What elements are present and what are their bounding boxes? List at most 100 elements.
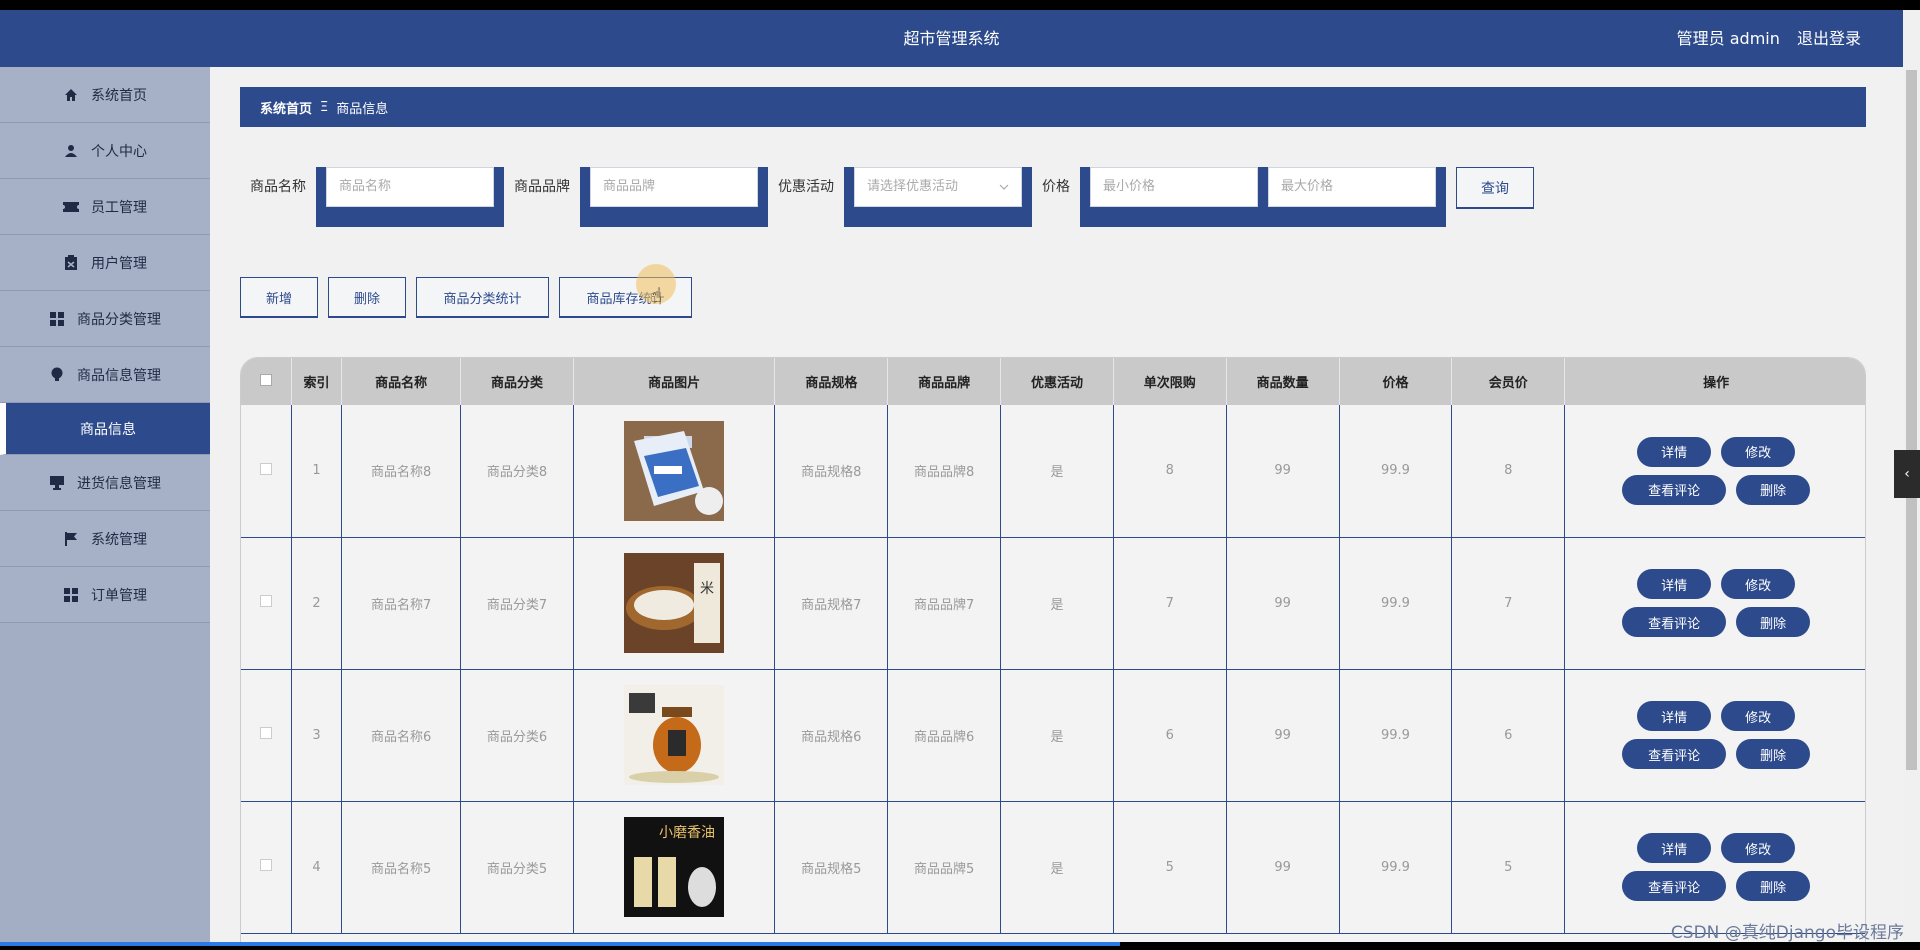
sidebar-item-orders[interactable]: 订单管理 bbox=[0, 567, 210, 623]
query-button[interactable]: 查询 bbox=[1456, 167, 1534, 209]
cell-spec: 商品规格5 bbox=[774, 801, 889, 933]
sidebar-item-users[interactable]: 用户管理 bbox=[0, 235, 210, 291]
collapse-tab-chevron-left-icon[interactable]: ‹ bbox=[1894, 450, 1920, 498]
sidebar-item-home[interactable]: 系统首页 bbox=[0, 67, 210, 123]
promo-label: 优惠活动 bbox=[778, 179, 834, 195]
column-header: 商品分类 bbox=[460, 358, 574, 405]
brand-input[interactable]: 商品品牌 bbox=[590, 167, 758, 207]
cell-name: 商品名称7 bbox=[341, 537, 462, 669]
edit-button[interactable]: 修改 bbox=[1721, 701, 1796, 731]
breadcrumb-home[interactable]: 系统首页 bbox=[260, 98, 312, 117]
add-button[interactable]: 新增 bbox=[240, 277, 318, 318]
sidebar-item-staff[interactable]: 员工管理 bbox=[0, 179, 210, 235]
logout-link[interactable]: 退出登录 bbox=[1797, 29, 1861, 48]
svg-text:小磨香油: 小磨香油 bbox=[659, 825, 715, 841]
column-header: 索引 bbox=[291, 358, 343, 405]
price-box: 最小价格 最大价格 bbox=[1080, 167, 1446, 227]
view-comments-button[interactable]: 查看评论 bbox=[1622, 739, 1727, 769]
scrollbar-thumb[interactable] bbox=[1906, 70, 1917, 770]
column-header: 商品名称 bbox=[341, 358, 462, 405]
app-title: 超市管理系统 bbox=[903, 29, 1000, 48]
min-price-input[interactable]: 最小价格 bbox=[1090, 167, 1258, 207]
row-select-cell bbox=[241, 801, 292, 933]
table-header-row: 索引 商品名称 商品分类 商品图片 商品规格 商品品牌 优惠活动 单次限购 商品… bbox=[241, 358, 1865, 405]
name-label: 商品名称 bbox=[250, 179, 306, 195]
cell-index: 4 bbox=[291, 801, 343, 933]
cell-index: 3 bbox=[291, 669, 343, 801]
edit-button[interactable]: 修改 bbox=[1721, 833, 1796, 863]
detail-button[interactable]: 详情 bbox=[1637, 569, 1712, 599]
brand-label: 商品品牌 bbox=[514, 179, 570, 195]
monitor-icon bbox=[49, 475, 65, 491]
row-checkbox[interactable] bbox=[259, 727, 272, 739]
detail-button[interactable]: 详情 bbox=[1637, 436, 1712, 467]
category-stats-button[interactable]: 商品分类统计 bbox=[416, 277, 549, 318]
row-checkbox[interactable] bbox=[259, 462, 272, 475]
sidebar-item-goods-info[interactable]: 商品信息管理 bbox=[0, 347, 210, 403]
sidebar-item-category[interactable]: 商品分类管理 bbox=[0, 291, 210, 347]
cell-spec: 商品规格8 bbox=[774, 405, 889, 537]
sidebar-item-label: 员工管理 bbox=[91, 199, 147, 216]
table-row: 4 商品名称5 商品分类5 小磨香油 商品规格5 商品品牌5 是 5 99 99… bbox=[241, 801, 1865, 933]
table-row: 1 商品名称8 商品分类8 商品规格8 商品品牌8 是 8 99 99.9 8 … bbox=[241, 405, 1865, 537]
column-header: 单次限购 bbox=[1113, 358, 1227, 405]
delete-button[interactable]: 删除 bbox=[1736, 607, 1811, 637]
detail-button[interactable]: 详情 bbox=[1637, 701, 1712, 731]
promo-select[interactable]: 请选择优惠活动 bbox=[854, 167, 1022, 207]
watermark-text: CSDN @真纯Django毕设程序 bbox=[1670, 923, 1904, 943]
delete-button[interactable]: 删除 bbox=[1736, 474, 1811, 505]
row-checkbox[interactable] bbox=[259, 595, 272, 607]
delete-button[interactable]: 删除 bbox=[1736, 871, 1811, 901]
cell-promo: 是 bbox=[1000, 801, 1114, 933]
cell-member-price: 7 bbox=[1451, 537, 1566, 669]
flag-icon bbox=[63, 531, 79, 547]
view-comments-button[interactable]: 查看评论 bbox=[1622, 607, 1727, 637]
cell-brand: 商品品牌8 bbox=[887, 405, 1002, 537]
view-comments-button[interactable]: 查看评论 bbox=[1622, 474, 1727, 505]
name-box: 商品名称 bbox=[316, 167, 504, 227]
column-header: 商品数量 bbox=[1226, 358, 1340, 405]
max-price-input[interactable]: 最大价格 bbox=[1268, 167, 1436, 207]
action-bar: 新增 删除 商品分类统计 商品库存统计 bbox=[240, 277, 702, 318]
name-input[interactable]: 商品名称 bbox=[326, 167, 494, 207]
sidebar-item-label: 系统管理 bbox=[91, 531, 147, 548]
price-label: 价格 bbox=[1042, 179, 1070, 195]
edit-button[interactable]: 修改 bbox=[1721, 436, 1796, 467]
hand-cursor-icon: ☝ bbox=[650, 283, 663, 307]
cell-image bbox=[573, 669, 776, 801]
main-content: 系统首页 Ξ 商品信息 商品名称 商品名称 商品品牌 商品品牌 优惠活动 请选择… bbox=[210, 67, 1890, 942]
sidebar-item-label: 进货信息管理 bbox=[77, 475, 161, 492]
sidebar-item-profile[interactable]: 个人中心 bbox=[0, 123, 210, 179]
cell-price: 99.9 bbox=[1339, 801, 1453, 933]
view-comments-button[interactable]: 查看评论 bbox=[1622, 871, 1727, 901]
cell-image: 小磨香油 bbox=[573, 801, 776, 933]
row-checkbox[interactable] bbox=[259, 859, 272, 871]
cell-limit: 5 bbox=[1113, 801, 1227, 933]
batch-delete-button[interactable]: 删除 bbox=[328, 277, 406, 318]
sidebar-item-purchase[interactable]: 进货信息管理 bbox=[0, 455, 210, 511]
video-progress-bar bbox=[0, 942, 1920, 950]
clipboard-icon bbox=[63, 255, 79, 271]
promo-box: 请选择优惠活动 bbox=[844, 167, 1032, 227]
cell-qty: 99 bbox=[1226, 537, 1340, 669]
user-icon bbox=[63, 143, 79, 159]
cell-ops: 详情 修改 查看评论 删除 bbox=[1564, 801, 1865, 933]
product-image bbox=[624, 420, 725, 521]
cell-qty: 99 bbox=[1226, 669, 1340, 801]
select-all-checkbox[interactable] bbox=[259, 373, 272, 386]
sidebar-item-label: 个人中心 bbox=[91, 143, 147, 160]
edit-button[interactable]: 修改 bbox=[1721, 569, 1796, 599]
product-image: 米 bbox=[624, 553, 725, 653]
cell-member-price: 8 bbox=[1451, 405, 1566, 537]
breadcrumb-current: 商品信息 bbox=[336, 101, 389, 117]
delete-button[interactable]: 删除 bbox=[1736, 739, 1811, 769]
detail-button[interactable]: 详情 bbox=[1637, 833, 1712, 863]
sidebar-item-label: 商品信息 bbox=[80, 421, 136, 438]
cell-ops: 详情 修改 查看评论 删除 bbox=[1564, 537, 1865, 669]
sidebar-subitem-goods[interactable]: 商品信息 bbox=[0, 403, 210, 455]
table-row: 2 商品名称7 商品分类7 米 商品规格7 商品品牌7 是 7 99 99.9 … bbox=[241, 537, 1865, 669]
sidebar-item-system[interactable]: 系统管理 bbox=[0, 511, 210, 567]
breadcrumb-separator: Ξ bbox=[320, 99, 329, 115]
top-header: 超市管理系统 管理员 admin 退出登录 bbox=[0, 10, 1903, 67]
top-border bbox=[0, 0, 1920, 10]
